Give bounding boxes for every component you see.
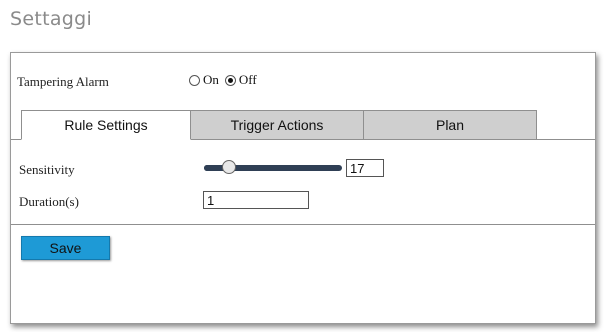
sensitivity-slider[interactable] — [204, 160, 342, 174]
duration-input[interactable] — [203, 191, 309, 209]
sensitivity-input[interactable] — [346, 159, 384, 177]
alarm-on-label[interactable]: On — [203, 72, 219, 88]
save-button[interactable]: Save — [21, 236, 110, 260]
page-title: Settaggi — [10, 8, 93, 30]
tab-plan[interactable]: Plan — [363, 110, 537, 140]
tampering-alarm-label: Tampering Alarm — [17, 74, 109, 89]
tab-trigger-actions[interactable]: Trigger Actions — [190, 110, 364, 140]
sensitivity-label: Sensitivity — [19, 162, 75, 177]
tampering-settings-panel: Tampering Alarm On Off Rule Settings Tri… — [10, 52, 596, 324]
settings-tabs: Rule Settings Trigger Actions Plan — [21, 110, 537, 140]
alarm-on-radio[interactable] — [189, 74, 200, 86]
alarm-off-label[interactable]: Off — [239, 72, 257, 88]
sensitivity-slider-thumb[interactable] — [221, 160, 236, 174]
alarm-off-radio[interactable] — [224, 74, 236, 86]
tab-rule-settings[interactable]: Rule Settings — [21, 110, 191, 140]
rule-settings-content: Sensitivity Duration(s) — [11, 139, 595, 225]
duration-label: Duration(s) — [19, 194, 79, 209]
tampering-alarm-radio-group: On Off — [189, 72, 263, 88]
